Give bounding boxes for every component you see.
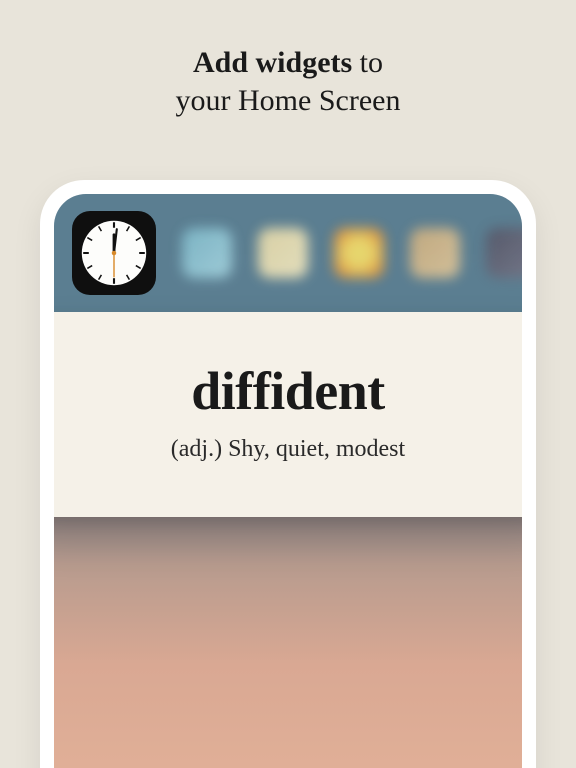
blurred-app-icon	[182, 228, 232, 278]
heading-bold: Add widgets	[193, 46, 352, 79]
heading-line2: your Home Screen	[0, 82, 576, 120]
word-of-day-widget[interactable]: diffident (adj.) Shy, quiet, modest	[54, 312, 522, 517]
clock-icon	[79, 218, 149, 288]
promo-heading: Add widgets to your Home Screen	[0, 0, 576, 119]
blurred-app-icon	[410, 228, 460, 278]
device-frame: diffident (adj.) Shy, quiet, modest	[40, 180, 536, 768]
clock-app-icon[interactable]	[72, 211, 156, 295]
dock-row	[54, 194, 522, 312]
word-text: diffident	[54, 360, 522, 422]
heading-line1-rest: to	[352, 46, 383, 79]
blurred-app-icon	[486, 228, 522, 278]
blurred-app-icon	[258, 228, 308, 278]
word-definition: (adj.) Shy, quiet, modest	[54, 436, 522, 463]
home-screen: diffident (adj.) Shy, quiet, modest	[54, 194, 522, 768]
blurred-app-icon	[334, 228, 384, 278]
